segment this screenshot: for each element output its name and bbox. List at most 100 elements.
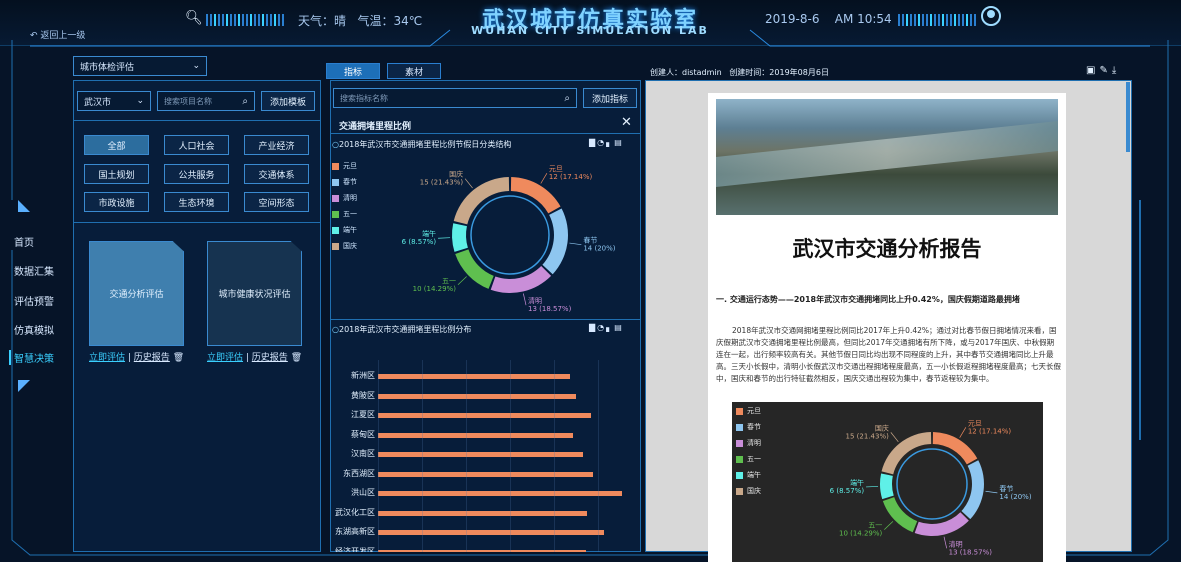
- trash-icon[interactable]: 🗑︎: [291, 353, 302, 363]
- category-public-service[interactable]: 公共服务: [164, 164, 229, 184]
- search-icon[interactable]: ⌕: [564, 93, 570, 104]
- bar[interactable]: [378, 374, 571, 379]
- legend-item[interactable]: 清明: [332, 193, 357, 203]
- indicator-search-input[interactable]: 搜索指标名称 ⌕: [333, 88, 577, 108]
- donut-slice[interactable]: [880, 473, 894, 500]
- slice-value-label: 6 (8.57%): [402, 238, 437, 246]
- legend-item[interactable]: 五一: [736, 454, 761, 464]
- slice-value-label: 6 (8.57%): [830, 487, 865, 495]
- grid-line: [598, 360, 599, 552]
- tab-materials[interactable]: 素材: [387, 63, 441, 79]
- donut-slice[interactable]: [455, 249, 494, 289]
- pie-chart-icon[interactable]: ◔: [597, 323, 606, 332]
- legend-item[interactable]: 端午: [332, 225, 357, 235]
- close-icon[interactable]: ✕: [621, 115, 632, 130]
- add-template-button[interactable]: 添加模板: [261, 91, 315, 111]
- category-all[interactable]: 全部: [84, 135, 149, 155]
- legend-item[interactable]: 国庆: [736, 486, 761, 496]
- search-icon[interactable]: 🔍︎: [185, 10, 203, 26]
- nav-down-icon[interactable]: [18, 380, 30, 392]
- bar[interactable]: [378, 530, 605, 535]
- project-card-health[interactable]: 城市健康状况评估: [207, 241, 302, 346]
- bar[interactable]: [378, 432, 573, 438]
- bar-chart-icon[interactable]: ▇: [589, 323, 597, 332]
- bar[interactable]: [378, 452, 584, 457]
- legend-item[interactable]: 元旦: [736, 406, 761, 416]
- legend-item[interactable]: 五一: [332, 209, 357, 219]
- eval-type-select[interactable]: 城市体检评估 ⌄: [73, 56, 207, 76]
- legend-item[interactable]: 清明: [736, 438, 761, 448]
- legend-item[interactable]: 元旦: [332, 161, 357, 171]
- legend-label: 端午: [747, 471, 761, 479]
- slice-value-label: 14 (20%): [583, 245, 615, 253]
- bar[interactable]: [378, 413, 592, 418]
- donut-slice[interactable]: [542, 208, 568, 275]
- nav-item-decision[interactable]: 智慧决策: [9, 350, 54, 365]
- user-avatar-icon[interactable]: [981, 6, 1001, 26]
- donut-slice[interactable]: [914, 512, 969, 536]
- bar[interactable]: [378, 510, 588, 516]
- category-municipal[interactable]: 市政设施: [84, 192, 149, 212]
- history-report-link[interactable]: 历史报告: [252, 353, 288, 363]
- category-space[interactable]: 空间形态: [244, 192, 309, 212]
- export-icon[interactable]: ▤: [614, 323, 624, 332]
- slice-value-label: 10 (14.29%): [839, 530, 883, 538]
- nav-item-data[interactable]: 数据汇集: [14, 263, 54, 278]
- project-search-input[interactable]: 搜索项目名称 ⌕: [157, 91, 255, 111]
- legend-swatch: [736, 455, 743, 463]
- city-select[interactable]: 武汉市 ⌄: [77, 91, 151, 111]
- bar-chart-icon[interactable]: ▇: [589, 138, 597, 147]
- trash-icon[interactable]: 🗑︎: [173, 353, 184, 363]
- evaluate-now-link[interactable]: 立即评估: [207, 353, 243, 363]
- donut-slice[interactable]: [882, 497, 918, 533]
- evaluate-now-link[interactable]: 立即评估: [89, 353, 125, 363]
- label-leader-line: [890, 432, 899, 442]
- legend-swatch: [736, 487, 743, 495]
- pie-chart-icon[interactable]: ◔: [597, 138, 606, 147]
- nav-item-simulation[interactable]: 仿真模拟: [14, 322, 54, 337]
- donut-slice[interactable]: [961, 460, 984, 520]
- export-icon[interactable]: ▤: [614, 138, 624, 147]
- save-icon[interactable]: ▣: [1086, 65, 1099, 76]
- history-report-link[interactable]: 历史报告: [134, 353, 170, 363]
- date-label: 2019-8-6: [765, 12, 820, 26]
- legend-item[interactable]: 春节: [332, 177, 357, 187]
- category-transport[interactable]: 交通体系: [244, 164, 309, 184]
- donut-slice[interactable]: [932, 432, 978, 465]
- donut-slice[interactable]: [490, 266, 552, 293]
- legend-label: 春节: [747, 423, 761, 431]
- category-population[interactable]: 人口社会: [164, 135, 229, 155]
- legend-item[interactable]: 春节: [736, 422, 761, 432]
- legend-item[interactable]: 国庆: [332, 241, 357, 251]
- category-ecology[interactable]: 生态环境: [164, 192, 229, 212]
- report-chart-legend: 元旦春节清明五一端午国庆: [736, 406, 761, 502]
- search-icon[interactable]: ⌕: [242, 96, 248, 107]
- slice-category-label: 元旦: [549, 165, 563, 173]
- bar-category-label: 武汉化工区: [335, 507, 375, 517]
- legend-label: 国庆: [747, 487, 761, 495]
- category-land[interactable]: 国土规划: [84, 164, 149, 184]
- nav-item-home[interactable]: 首页: [14, 234, 34, 249]
- download-icon[interactable]: ⤓: [1112, 65, 1120, 76]
- legend-item[interactable]: 端午: [736, 470, 761, 480]
- nav-up-icon[interactable]: [18, 200, 30, 212]
- report-creator: 创建人：distadmin: [650, 68, 722, 77]
- donut-slice[interactable]: [881, 432, 932, 475]
- project-card-traffic[interactable]: 交通分析评估: [89, 241, 184, 346]
- donut-slice[interactable]: [452, 223, 468, 252]
- bar[interactable]: [378, 471, 593, 477]
- add-indicator-button[interactable]: 添加指标: [583, 88, 637, 108]
- category-economy[interactable]: 产业经济: [244, 135, 309, 155]
- nav-item-assessment[interactable]: 评估预警: [14, 293, 54, 308]
- tab-indicators[interactable]: 指标: [326, 63, 380, 79]
- bar[interactable]: [378, 393, 576, 399]
- donut-slice[interactable]: [510, 177, 561, 214]
- back-link[interactable]: ↶ 返回上一级: [30, 28, 85, 41]
- bar-chart: 新洲区 黄陂区 江夏区 蔡甸区 汉南区 东西湖区 洪山区 武汉化工区 东湖高新区 经济开发区: [330, 360, 640, 552]
- project-card-title: 交通分析评估: [109, 290, 164, 300]
- label-leader-line: [464, 178, 473, 189]
- bar-category-label: 东西湖区: [343, 468, 375, 478]
- report-scrollbar[interactable]: [1126, 82, 1130, 152]
- edit-icon[interactable]: ✎: [1099, 65, 1111, 76]
- bar[interactable]: [378, 491, 623, 496]
